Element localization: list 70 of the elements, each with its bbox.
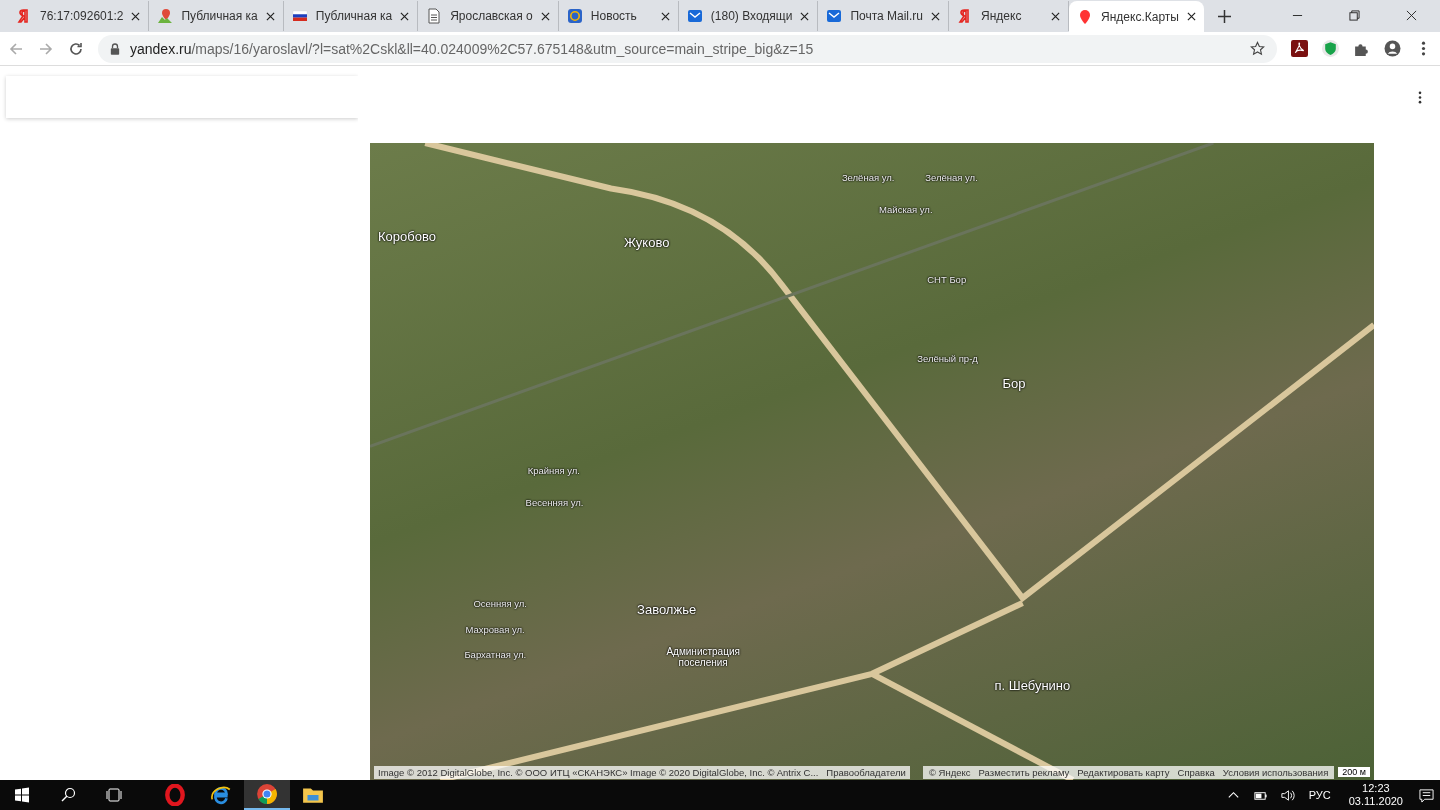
street-label: Майская ул.	[879, 203, 933, 215]
street-label: Бархатная ул.	[464, 649, 527, 661]
close-icon[interactable]	[1186, 12, 1196, 21]
street-label: Весенняя ул.	[525, 496, 584, 508]
browser-tab[interactable]: 76:17:092601:2	[8, 1, 150, 31]
round-logo-icon	[256, 783, 278, 805]
language-indicator[interactable]: РУС	[1308, 789, 1331, 801]
close-icon[interactable]	[1051, 11, 1061, 21]
close-icon[interactable]	[265, 11, 275, 21]
browser-tab[interactable]: Новость	[558, 1, 679, 31]
pdf-extension-icon[interactable]	[1291, 40, 1308, 57]
place-label: Жуково	[624, 235, 670, 251]
poi-label: Администрация поселения	[666, 646, 741, 669]
letter-e-icon	[210, 784, 232, 806]
footer-link[interactable]: Разместить рекламу	[978, 766, 1070, 778]
address-bar[interactable]: yandex.ru/maps/16/yaroslavl/?l=sat%2Cskl&ll=40.024009%2C57.675148&utm_source=main_stripe_big&z=15	[98, 34, 1277, 63]
speaker-icon[interactable]	[1279, 787, 1295, 803]
close-icon[interactable]	[1406, 10, 1417, 21]
browser-tab[interactable]: Публичная ка	[149, 1, 284, 31]
footer-link[interactable]: Справка	[1177, 766, 1215, 778]
imagery-attribution: Image © 2012 DigitalGlobe, Inc. © ООО ИТЦ «СКАНЭКС» Image © 2020 DigitalGlobe, Inc. © Antrix C...	[374, 765, 823, 779]
new-tab-icon[interactable]	[1217, 10, 1231, 23]
close-icon[interactable]	[931, 11, 941, 21]
close-icon[interactable]	[800, 11, 810, 21]
letter-o-icon	[164, 784, 186, 806]
browser-tab[interactable]: (180) Входящи	[678, 1, 819, 31]
scale-bar: 200 м	[1338, 767, 1370, 777]
footer-link[interactable]: Редактировать карту	[1077, 766, 1170, 778]
at-sign-icon	[566, 8, 583, 24]
clock[interactable]: 12:23 03.11.2020	[1348, 782, 1403, 808]
map-marker-icon	[157, 8, 174, 24]
search-icon[interactable]	[60, 787, 76, 803]
profile-icon[interactable]	[1384, 40, 1401, 57]
browser-tab[interactable]: Ярославская о	[418, 1, 559, 31]
street-label: СНТ Бор	[927, 273, 967, 285]
task-view-icon[interactable]	[106, 787, 122, 803]
shield-extension-icon[interactable]	[1322, 40, 1339, 57]
place-label: Заволжье	[637, 601, 697, 617]
street-label: Осенняя ул.	[473, 598, 527, 610]
rights-link[interactable]: Правообладатели	[822, 765, 910, 779]
place-label: Коробово	[378, 229, 436, 244]
reload-icon[interactable]	[68, 40, 84, 57]
browser-tab[interactable]: Яндекс.Карты	[1069, 1, 1204, 32]
place-label: Бор	[1002, 375, 1026, 391]
street-label: Зелёная ул.	[925, 171, 978, 183]
close-icon[interactable]	[540, 11, 550, 21]
close-icon[interactable]	[400, 11, 410, 21]
close-icon[interactable]	[660, 11, 670, 21]
close-icon[interactable]	[131, 11, 141, 21]
envelope-icon	[826, 8, 843, 24]
browser-tab[interactable]: Почта Mail.ru	[818, 1, 950, 31]
satellite-map[interactable]	[370, 143, 1374, 780]
taskbar-app[interactable]	[244, 780, 290, 810]
lock-icon	[110, 42, 120, 55]
place-label: п. Шебунино	[994, 678, 1071, 694]
flag-icon	[291, 8, 308, 24]
street-label: Крайняя ул.	[527, 464, 580, 476]
envelope-icon	[686, 8, 703, 24]
street-label: Махровая ул.	[465, 623, 525, 635]
browser-tab[interactable]: Публичная ка	[283, 1, 419, 31]
more-menu-icon[interactable]	[1418, 91, 1422, 104]
restore-icon[interactable]	[1349, 10, 1360, 21]
document-icon	[426, 8, 443, 24]
street-label: Зелёный пр-д	[917, 353, 978, 365]
start-icon[interactable]	[14, 787, 30, 803]
footer-link[interactable]: Условия использования	[1222, 766, 1329, 778]
bookmark-star-icon[interactable]	[1250, 41, 1265, 56]
street-label: Зелёная ул.	[841, 171, 895, 183]
notification-icon[interactable]	[1419, 787, 1434, 803]
footer-link[interactable]: © Яндекс	[929, 766, 971, 778]
